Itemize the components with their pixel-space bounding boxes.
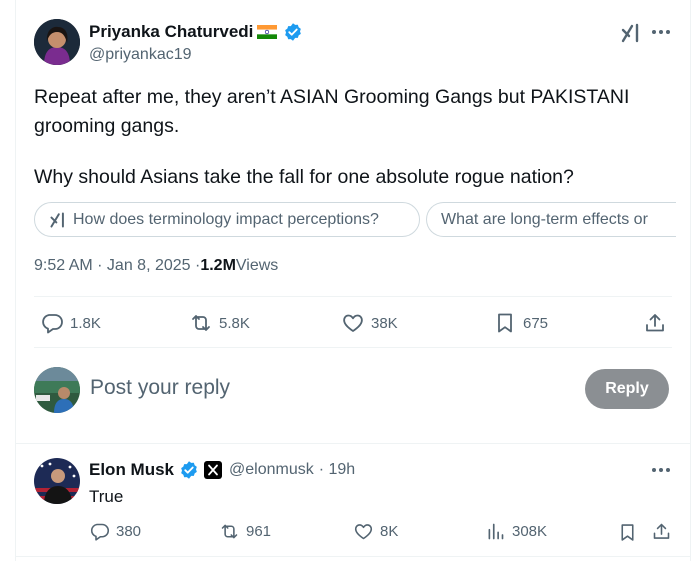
divider (16, 443, 690, 444)
bookmark-button[interactable]: 675 (493, 311, 548, 335)
reply-reply-button[interactable]: 380 (89, 521, 141, 542)
divider (34, 296, 672, 297)
reply-views-count: 308K (512, 523, 548, 540)
repost-count: 5.8K (219, 314, 250, 332)
reply-author-name[interactable]: Elon Musk (89, 460, 174, 480)
post-text-line-3: Why should Asians take the fall for one … (34, 166, 574, 188)
reply-input[interactable]: Post your reply (90, 376, 230, 400)
share-icon (653, 523, 670, 539)
post-text-line-1: Repeat after me, they aren’t ASIAN Groom… (34, 86, 630, 108)
reply-text: True (89, 487, 124, 506)
grok-suggestion-pill[interactable]: What are long-term effects or (426, 202, 676, 237)
reply-count: 1.8K (70, 314, 101, 332)
share-icon (646, 314, 664, 332)
reply-timestamp[interactable]: · 19h (319, 461, 355, 479)
reply-reply-count: 380 (116, 523, 142, 540)
reply-author-avatar[interactable] (34, 458, 80, 504)
author-handle[interactable]: @priyankac19 (89, 46, 192, 64)
grok-suggestion-label: How does terminology impact perceptions? (73, 210, 379, 228)
more-icon[interactable] (652, 468, 670, 472)
author-name[interactable]: Priyanka Chaturvedi (89, 22, 253, 42)
timeline-border-right (690, 0, 691, 561)
like-icon (354, 524, 373, 540)
timeline-border-left (15, 0, 16, 561)
reply-views-button[interactable]: 308K (485, 521, 547, 542)
x-affiliate-icon[interactable] (204, 461, 223, 479)
grok-icon[interactable] (620, 22, 642, 44)
post-timestamp[interactable]: 9:52 AM · Jan 8, 2025 · (34, 257, 200, 275)
views-icon (488, 523, 504, 540)
reply-icon (90, 523, 110, 541)
like-count: 38K (371, 314, 398, 332)
post-views-count: 1.2M (200, 257, 236, 274)
grok-icon (49, 211, 67, 229)
like-icon (343, 314, 363, 332)
bookmark-icon (621, 524, 634, 541)
bookmark-icon (498, 313, 512, 333)
grok-suggestion-pill[interactable]: How does terminology impact perceptions? (34, 202, 420, 237)
verified-badge-icon (283, 22, 303, 42)
bookmark-count: 675 (523, 314, 549, 332)
india-flag-icon (257, 25, 278, 39)
reply-submit-button[interactable]: Reply (585, 369, 669, 409)
post-metadata: 9:52 AM · Jan 8, 2025 · 1.2M Views (34, 257, 278, 275)
reply-repost-count: 961 (246, 523, 272, 540)
like-button[interactable]: 38K (341, 311, 398, 335)
reply-share-button[interactable] (651, 521, 672, 547)
post-text-line-2: grooming gangs. (34, 115, 180, 137)
current-user-avatar[interactable] (34, 367, 80, 413)
repost-icon (221, 524, 238, 539)
divider (16, 556, 690, 557)
author-avatar[interactable] (34, 19, 80, 65)
more-icon[interactable] (652, 30, 670, 34)
divider (34, 347, 672, 348)
post-views-label: Views (235, 257, 279, 274)
reply-like-button[interactable]: 8K (353, 521, 398, 542)
repost-icon (192, 315, 210, 331)
reply-button[interactable]: 1.8K (40, 311, 101, 335)
share-button[interactable] (643, 311, 667, 335)
reply-author-handle[interactable]: @elonmusk (229, 461, 314, 479)
grok-suggestion-label: What are long-term effects or (441, 210, 648, 228)
repost-button[interactable]: 5.8K (189, 311, 250, 335)
reply-repost-button[interactable]: 961 (219, 521, 271, 542)
verified-badge-icon (179, 460, 199, 480)
reply-icon (42, 314, 63, 334)
reply-bookmark-button[interactable] (617, 522, 638, 548)
reply-like-count: 8K (380, 523, 399, 540)
